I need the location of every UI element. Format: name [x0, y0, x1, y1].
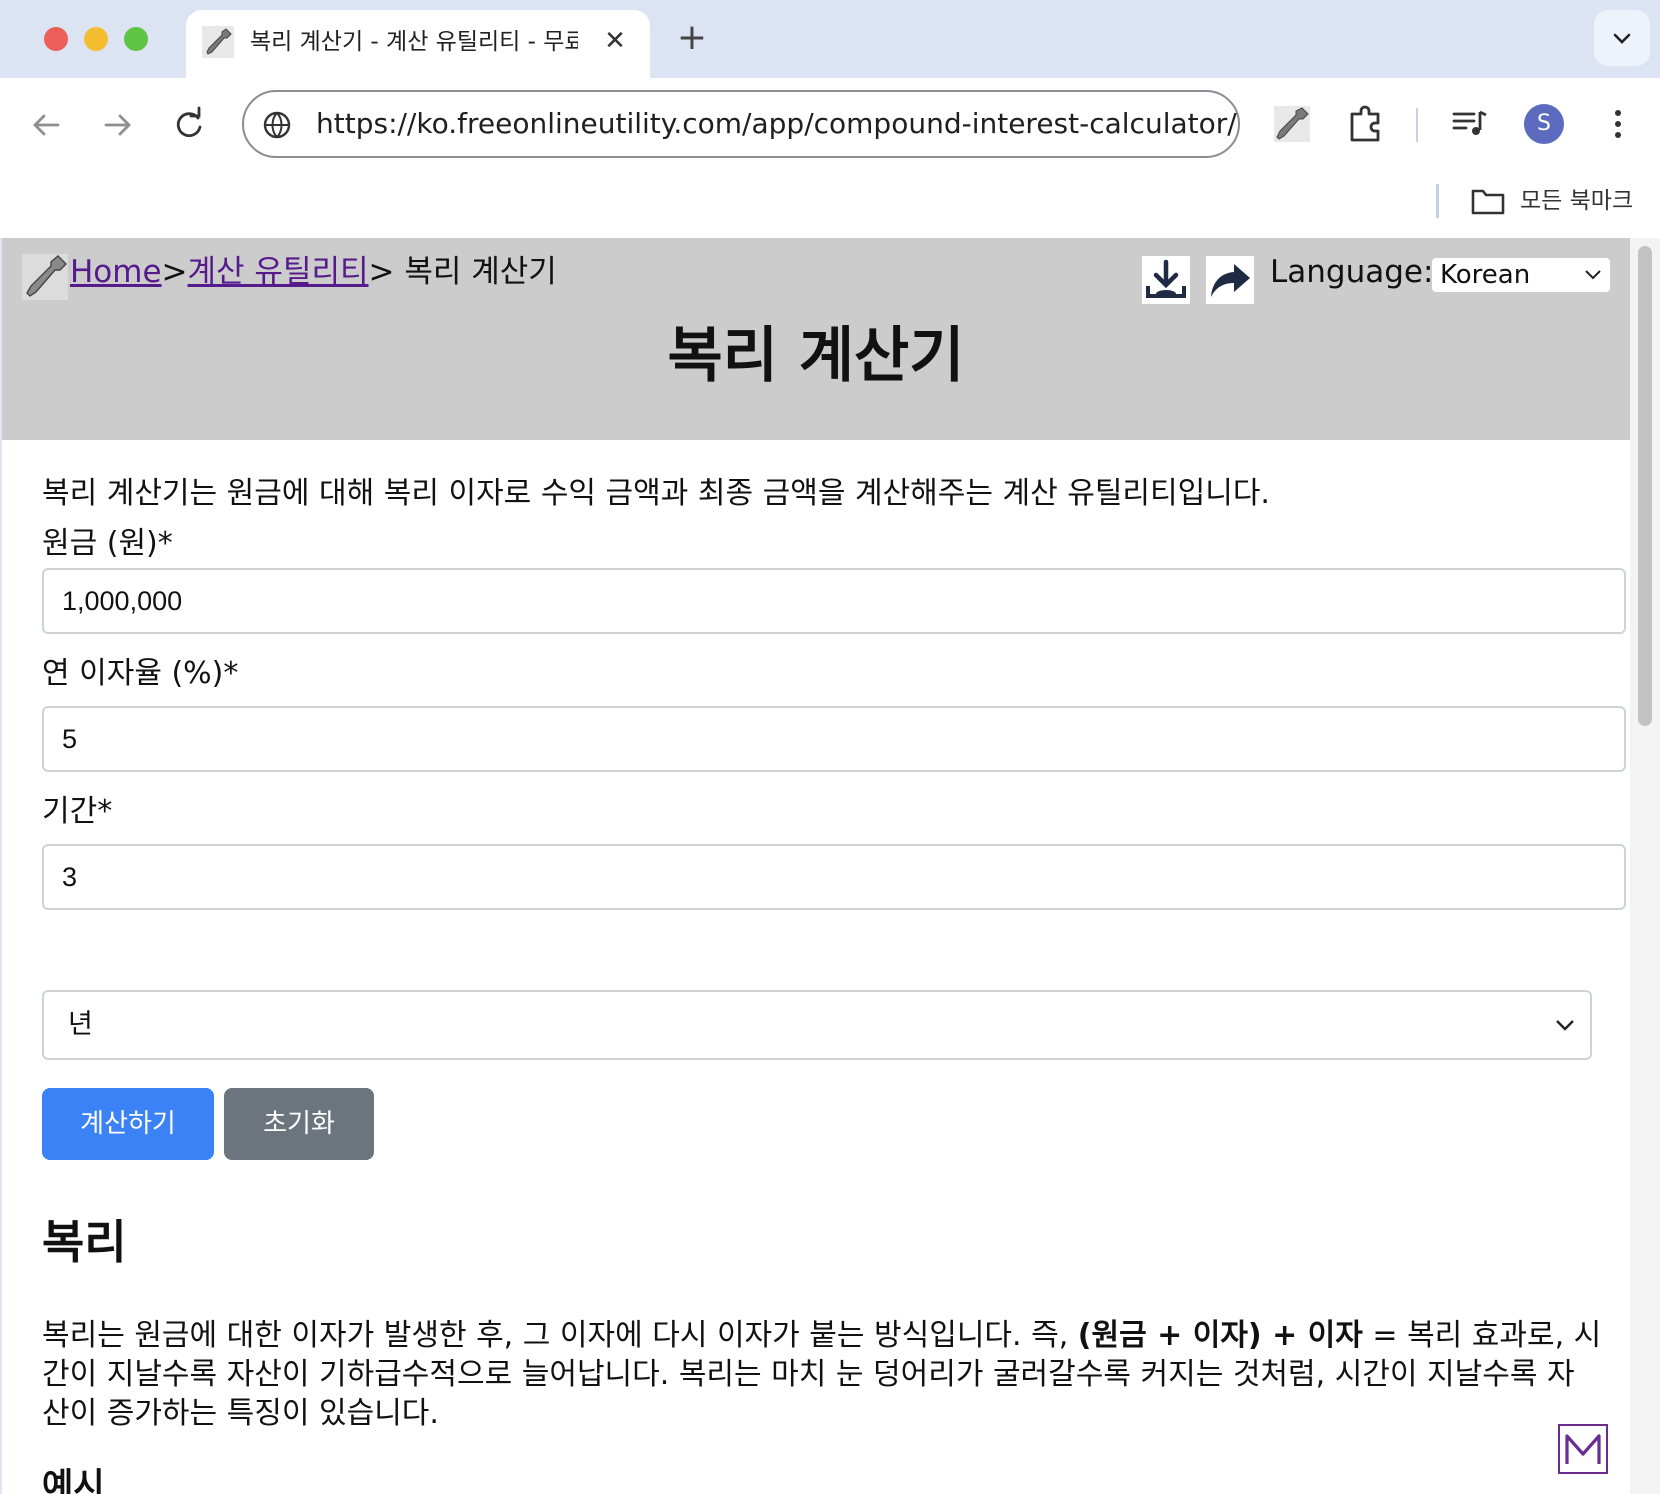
period-label: 기간*	[42, 794, 113, 829]
period-unit-select[interactable]: 년	[42, 990, 1592, 1060]
rate-label: 연 이자율 (%)*	[42, 656, 239, 691]
principal-label: 원금 (원)*	[42, 526, 173, 561]
page-title: 복리 계산기	[667, 321, 965, 391]
url-text[interactable]: https://ko.freeonlineutility.com/app/com…	[316, 92, 1237, 156]
page-header: Home>계산 유틸리티> 복리 계산기 Language: Korean 복리…	[2, 238, 1630, 440]
breadcrumb: Home>계산 유틸리티> 복리 계산기	[70, 250, 557, 294]
section-title: 복리	[42, 1215, 127, 1269]
bookmarks-divider	[1436, 184, 1439, 218]
tab-title: 복리 계산기 - 계산 유틸리티 - 무료 온라인 유틸리티	[250, 29, 578, 55]
browser-toolbar: https://ko.freeonlineutility.com/app/com…	[0, 78, 1660, 172]
language-select[interactable]: Korean	[1432, 258, 1610, 292]
reload-icon[interactable]	[166, 102, 212, 148]
chevron-down-icon	[1556, 1020, 1574, 1031]
folder-icon	[1471, 189, 1505, 215]
wrench-extension-icon[interactable]	[1270, 102, 1314, 146]
puzzle-icon[interactable]	[1344, 102, 1388, 146]
breadcrumb-category-link[interactable]: 계산 유틸리티	[188, 254, 369, 290]
example-heading: 예시	[42, 1466, 105, 1494]
page-scrollbar[interactable]	[1630, 238, 1660, 1494]
period-unit-value: 년	[68, 1009, 93, 1040]
all-bookmarks-label: 모든 북마크	[1520, 188, 1634, 214]
profile-avatar[interactable]: S	[1524, 104, 1564, 144]
description-text-1: 복리는 원금에 대한 이자가 발생한 후, 그 이자에 다시 이자가 붙는 방식…	[42, 1318, 1078, 1353]
kebab-menu-icon[interactable]	[1596, 102, 1640, 146]
tab-close-icon[interactable]: ✕	[600, 26, 630, 56]
share-icon[interactable]	[1206, 256, 1254, 304]
breadcrumb-current: > 복리 계산기	[368, 254, 557, 290]
tab-search-button[interactable]	[1594, 10, 1650, 66]
new-tab-button[interactable]: +	[672, 18, 712, 58]
active-tab[interactable]: 복리 계산기 - 계산 유틸리티 - 무료 온라인 유틸리티 ✕	[186, 10, 650, 78]
calculate-button[interactable]: 계산하기	[42, 1088, 214, 1160]
chevron-down-icon	[1613, 33, 1631, 44]
forward-icon[interactable]	[94, 102, 140, 148]
breadcrumb-home-link[interactable]: Home	[70, 254, 162, 290]
tab-strip: 복리 계산기 - 계산 유틸리티 - 무료 온라인 유틸리티 ✕ +	[0, 0, 1660, 78]
globe-icon[interactable]	[262, 110, 292, 140]
chevron-down-icon	[1585, 270, 1601, 280]
maximize-window-button[interactable]	[124, 27, 148, 51]
period-input[interactable]	[42, 844, 1626, 910]
address-bar[interactable]: https://ko.freeonlineutility.com/app/com…	[242, 90, 1240, 158]
scrollbar-thumb[interactable]	[1638, 246, 1652, 726]
rate-input[interactable]	[42, 706, 1626, 772]
toolbar-divider	[1416, 108, 1418, 142]
floating-m-logo-icon[interactable]	[1558, 1424, 1608, 1474]
wrench-favicon-icon	[202, 26, 234, 58]
download-icon[interactable]	[1142, 256, 1190, 304]
page-viewport: Home>계산 유틸리티> 복리 계산기 Language: Korean 복리…	[2, 238, 1660, 1494]
bookmarks-bar: 모든 북마크	[0, 172, 1660, 238]
compound-description: 복리는 원금에 대한 이자가 발생한 후, 그 이자에 다시 이자가 붙는 방식…	[42, 1316, 1602, 1433]
language-label: Language:	[1270, 254, 1434, 290]
back-icon[interactable]	[24, 102, 70, 148]
media-icon[interactable]	[1448, 102, 1492, 146]
close-window-button[interactable]	[44, 27, 68, 51]
language-select-value: Korean	[1440, 260, 1531, 290]
minimize-window-button[interactable]	[84, 27, 108, 51]
breadcrumb-separator: >	[161, 254, 188, 290]
wrench-logo-icon[interactable]	[22, 252, 70, 302]
reset-button[interactable]: 초기화	[224, 1088, 374, 1160]
intro-text: 복리 계산기는 원금에 대해 복리 이자로 수익 금액과 최종 금액을 계산해주…	[42, 476, 1270, 511]
description-formula: (원금 + 이자) + 이자	[1077, 1318, 1363, 1353]
principal-input[interactable]	[42, 568, 1626, 634]
